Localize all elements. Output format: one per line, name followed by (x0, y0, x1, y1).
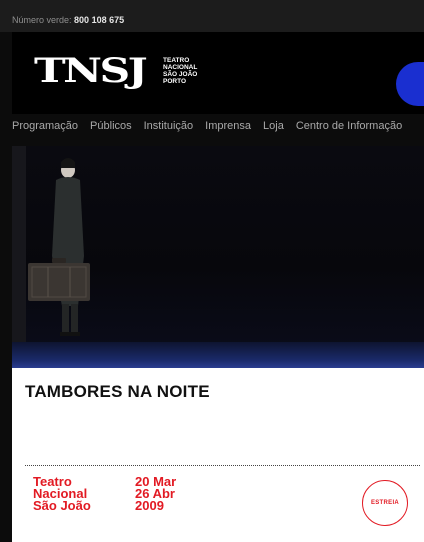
logo-sub-line: SÃO JOÃO (163, 71, 198, 78)
hero-floor (12, 342, 424, 368)
hero-figure-art (28, 158, 90, 336)
logo-sub-line: PORTO (163, 78, 187, 85)
show-panel: TAMBORES NA NOITE Teatro Nacional São Jo… (12, 146, 424, 542)
badge-label: ESTREIA (370, 500, 400, 506)
nav-item-instituicao[interactable]: Instituição (144, 120, 194, 132)
page: Número verde: 800 108 675 TNSJ TEATRO NA… (0, 0, 424, 542)
suitcase-icon (28, 258, 90, 301)
nav-item-publicos[interactable]: Públicos (90, 120, 132, 132)
show-hero-image[interactable] (12, 146, 424, 368)
date-line: 2009 (135, 498, 164, 513)
logo-sub-line: TEATRO (163, 57, 190, 64)
nav-item-imprensa[interactable]: Imprensa (205, 120, 251, 132)
search-button[interactable] (396, 62, 424, 106)
logo-sub-line: NACIONAL (163, 64, 198, 71)
logo-mark: TNSJ (34, 51, 148, 91)
show-dates: 20 Mar 26 Abr 2009 (135, 475, 176, 513)
venue-line: São João (33, 498, 91, 513)
nav-item-centro-informacao[interactable]: Centro de Informação (296, 120, 402, 132)
main-nav: Programação Públicos Instituição Imprens… (0, 114, 424, 138)
top-bar: Número verde: 800 108 675 (0, 0, 424, 32)
nav-item-loja[interactable]: Loja (263, 120, 284, 132)
logo-subtitle: TEATRO NACIONAL SÃO JOÃO PORTO (163, 57, 203, 85)
tnsj-logo[interactable]: TNSJ TEATRO NACIONAL SÃO JOÃO PORTO (34, 54, 203, 88)
show-title[interactable]: TAMBORES NA NOITE (25, 382, 210, 402)
hotline: Número verde: 800 108 675 (12, 15, 124, 25)
figure-silhouette (52, 158, 84, 336)
hotline-number[interactable]: 800 108 675 (74, 15, 124, 25)
site-header: TNSJ TEATRO NACIONAL SÃO JOÃO PORTO (12, 32, 424, 114)
divider (25, 465, 420, 466)
hotline-label: Número verde: (12, 15, 72, 25)
estreia-badge: ESTREIA (362, 480, 408, 526)
nav-item-programacao[interactable]: Programação (12, 120, 78, 132)
show-venue: Teatro Nacional São João (33, 475, 91, 513)
